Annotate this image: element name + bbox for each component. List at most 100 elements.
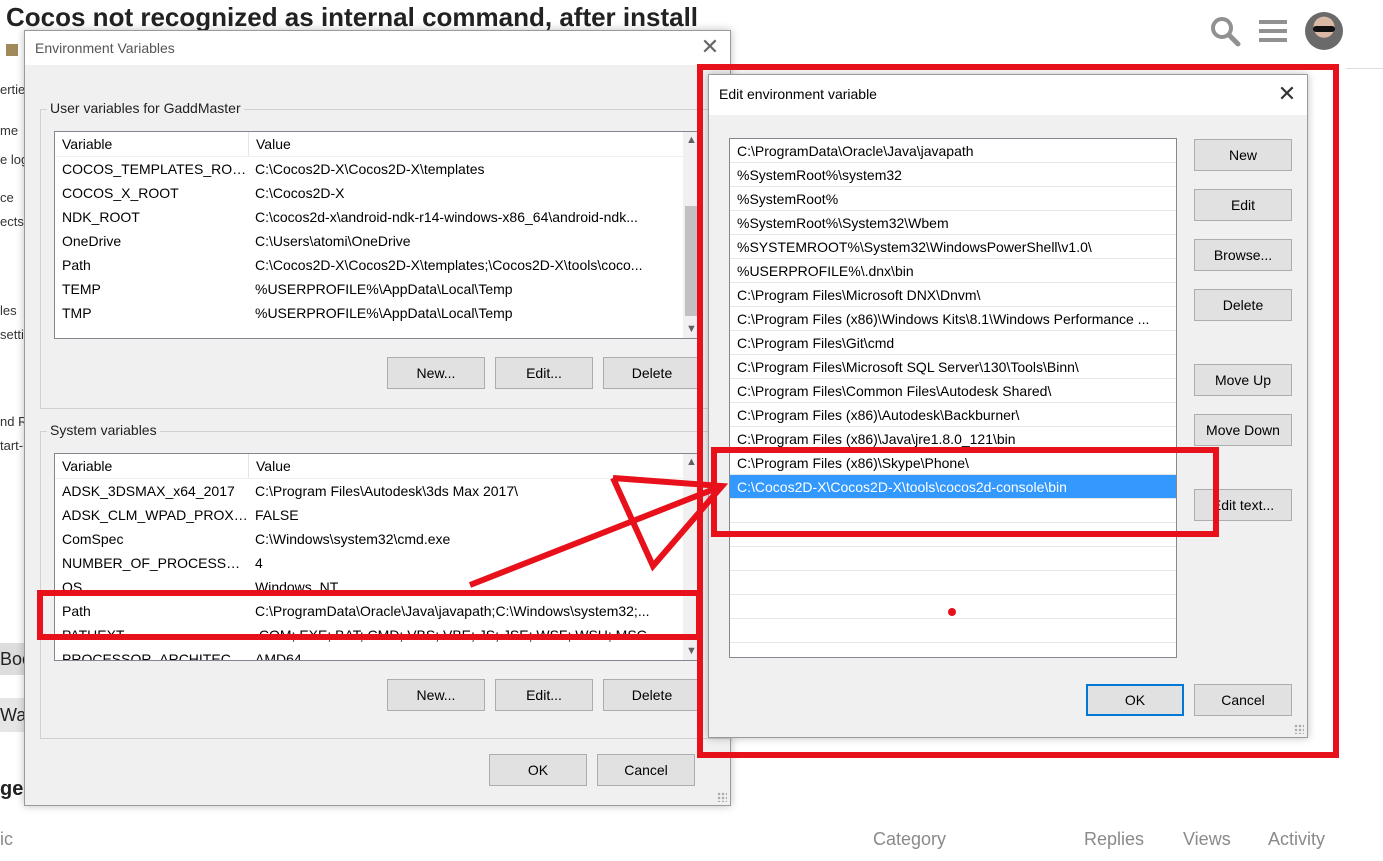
path-entry[interactable]: C:\Program Files (x86)\Autodesk\Backburn…: [730, 403, 1176, 427]
activity-column-header[interactable]: Activity: [1268, 829, 1325, 850]
table-row[interactable]: Path C:\Cocos2D-X\Cocos2D-X\templates;\Co…: [55, 253, 700, 277]
variable-cell: TEMP: [62, 281, 101, 297]
move-down-button[interactable]: Move Down: [1194, 414, 1292, 446]
new-path-button[interactable]: New: [1194, 139, 1292, 171]
variable-cell: Path: [62, 603, 91, 619]
bg-fragment: Wat: [0, 698, 31, 732]
edit-text-button[interactable]: Edit text...: [1194, 489, 1292, 521]
scrollbar[interactable]: ▲ ▼: [683, 454, 700, 660]
user-edit-button[interactable]: Edit...: [495, 357, 593, 389]
value-column-header[interactable]: Value: [249, 454, 700, 478]
variable-cell: Path: [62, 257, 91, 273]
views-column-header[interactable]: Views: [1183, 829, 1231, 850]
table-row[interactable]: OneDrive C:\Users\atomi\OneDrive: [55, 229, 700, 253]
value-cell: C:\ProgramData\Oracle\Java\javapath;C:\W…: [255, 603, 650, 619]
table-row[interactable]: TMP %USERPROFILE%\AppData\Local\Temp: [55, 301, 700, 325]
user-new-button[interactable]: New...: [387, 357, 485, 389]
path-list[interactable]: C:\ProgramData\Oracle\Java\javapath %Syst…: [729, 138, 1177, 658]
scroll-up-icon[interactable]: ▲: [683, 132, 700, 149]
path-entry[interactable]: C:\ProgramData\Oracle\Java\javapath: [730, 139, 1176, 163]
move-up-button[interactable]: Move Up: [1194, 364, 1292, 396]
system-rows: ADSK_3DSMAX_x64_2017 C:\Program Files\Aut…: [55, 479, 700, 661]
value-cell: %USERPROFILE%\AppData\Local\Temp: [255, 305, 513, 321]
variable-cell: COCOS_X_ROOT: [62, 185, 179, 201]
path-entry[interactable]: C:\Program Files\Common Files\Autodesk S…: [730, 379, 1176, 403]
table-row[interactable]: COCOS_TEMPLATES_ROOT C:\Cocos2D-X\Cocos2D…: [55, 157, 700, 181]
scroll-thumb[interactable]: [685, 206, 698, 316]
variable-cell: ADSK_CLM_WPAD_PROXY...: [62, 507, 248, 523]
system-delete-button[interactable]: Delete: [603, 679, 701, 711]
path-entry[interactable]: %SYSTEMROOT%\System32\WindowsPowerShell\…: [730, 235, 1176, 259]
empty-path-slot[interactable]: [730, 595, 1176, 619]
table-row[interactable]: Path C:\ProgramData\Oracle\Java\javapath;…: [55, 599, 700, 623]
close-icon[interactable]: ✕: [1275, 82, 1299, 106]
bg-fragment: les: [0, 303, 17, 318]
scrollbar[interactable]: ▲ ▼: [683, 132, 700, 338]
ok-button[interactable]: OK: [1086, 684, 1184, 716]
path-entry[interactable]: %USERPROFILE%\.dnx\bin: [730, 259, 1176, 283]
path-entry[interactable]: %SystemRoot%: [730, 187, 1176, 211]
scroll-down-icon[interactable]: ▼: [683, 643, 700, 660]
resize-grip-icon[interactable]: [717, 792, 727, 802]
dialog-title: Environment Variables: [35, 40, 175, 56]
variable-column-header[interactable]: Variable: [55, 454, 249, 478]
scroll-up-icon[interactable]: ▲: [683, 454, 700, 471]
value-cell: FALSE: [255, 507, 299, 523]
table-row[interactable]: ComSpec C:\Windows\system32\cmd.exe: [55, 527, 700, 551]
path-entry[interactable]: C:\Cocos2D-X\Cocos2D-X\tools\cocos2d-con…: [730, 475, 1176, 499]
cancel-button[interactable]: Cancel: [597, 754, 695, 786]
variable-cell: PROCESSOR_ARCHITECTU...: [62, 651, 248, 661]
system-variables-list[interactable]: Variable Value ADSK_3DSMAX_x64_2017 C:\Pr…: [54, 453, 701, 661]
bg-fragment: ertie: [0, 82, 26, 97]
table-row[interactable]: PATHEXT .COM;.EXE;.BAT;.CMD;.VBS;.VBE;.JS…: [55, 623, 700, 647]
ok-button[interactable]: OK: [489, 754, 587, 786]
system-edit-button[interactable]: Edit...: [495, 679, 593, 711]
path-entry[interactable]: C:\Program Files\Git\cmd: [730, 331, 1176, 355]
table-row[interactable]: OS Windows_NT: [55, 575, 700, 599]
search-icon[interactable]: [1209, 15, 1241, 47]
avatar[interactable]: [1305, 12, 1343, 50]
delete-path-button[interactable]: Delete: [1194, 289, 1292, 321]
table-row[interactable]: NDK_ROOT C:\cocos2d-x\android-ndk-r14-win…: [55, 205, 700, 229]
path-entry[interactable]: %SystemRoot%\system32: [730, 163, 1176, 187]
table-row[interactable]: ADSK_CLM_WPAD_PROXY... FALSE: [55, 503, 700, 527]
variable-cell: ADSK_3DSMAX_x64_2017: [62, 483, 235, 499]
empty-path-slot[interactable]: [730, 499, 1176, 523]
user-delete-button[interactable]: Delete: [603, 357, 701, 389]
empty-path-slot[interactable]: [730, 571, 1176, 595]
edit-path-button[interactable]: Edit: [1194, 189, 1292, 221]
resize-grip-icon[interactable]: [1294, 724, 1304, 734]
browse-button[interactable]: Browse...: [1194, 239, 1292, 271]
user-variables-list[interactable]: Variable Value COCOS_TEMPLATES_ROOT C:\Co…: [54, 131, 701, 339]
value-cell: C:\Cocos2D-X\Cocos2D-X\templates;\Cocos2…: [255, 257, 643, 273]
empty-path-slot[interactable]: [730, 523, 1176, 547]
replies-column-header[interactable]: Replies: [1084, 829, 1144, 850]
hamburger-menu-icon[interactable]: [1259, 18, 1287, 44]
title-bar: Environment Variables ✕: [25, 31, 730, 65]
table-row[interactable]: ADSK_3DSMAX_x64_2017 C:\Program Files\Aut…: [55, 479, 700, 503]
table-row[interactable]: COCOS_X_ROOT C:\Cocos2D-X: [55, 181, 700, 205]
user-variables-label: User variables for GaddMaster: [47, 100, 244, 116]
path-rows: C:\ProgramData\Oracle\Java\javapath %Syst…: [730, 139, 1176, 643]
empty-path-slot[interactable]: [730, 547, 1176, 571]
value-cell: C:\Cocos2D-X: [255, 185, 345, 201]
empty-path-slot[interactable]: [730, 619, 1176, 643]
value-column-header[interactable]: Value: [249, 132, 700, 156]
table-row[interactable]: NUMBER_OF_PROCESSORS 4: [55, 551, 700, 575]
scroll-down-icon[interactable]: ▼: [683, 321, 700, 338]
path-entry[interactable]: C:\Program Files (x86)\Skype\Phone\: [730, 451, 1176, 475]
cancel-button[interactable]: Cancel: [1194, 684, 1292, 716]
category-column-header[interactable]: Category: [873, 829, 946, 850]
table-row[interactable]: PROCESSOR_ARCHITECTU... AMD64: [55, 647, 700, 661]
variable-column-header[interactable]: Variable: [55, 132, 249, 156]
system-new-button[interactable]: New...: [387, 679, 485, 711]
path-entry[interactable]: C:\Program Files (x86)\Java\jre1.8.0_121…: [730, 427, 1176, 451]
path-entry[interactable]: C:\Program Files (x86)\Windows Kits\8.1\…: [730, 307, 1176, 331]
topic-column-header: ic: [0, 829, 13, 849]
table-row[interactable]: TEMP %USERPROFILE%\AppData\Local\Temp: [55, 277, 700, 301]
value-cell: 4: [255, 555, 263, 571]
close-icon[interactable]: ✕: [698, 35, 722, 59]
path-entry[interactable]: C:\Program Files\Microsoft SQL Server\13…: [730, 355, 1176, 379]
path-entry[interactable]: C:\Program Files\Microsoft DNX\Dnvm\: [730, 283, 1176, 307]
path-entry[interactable]: %SystemRoot%\System32\Wbem: [730, 211, 1176, 235]
